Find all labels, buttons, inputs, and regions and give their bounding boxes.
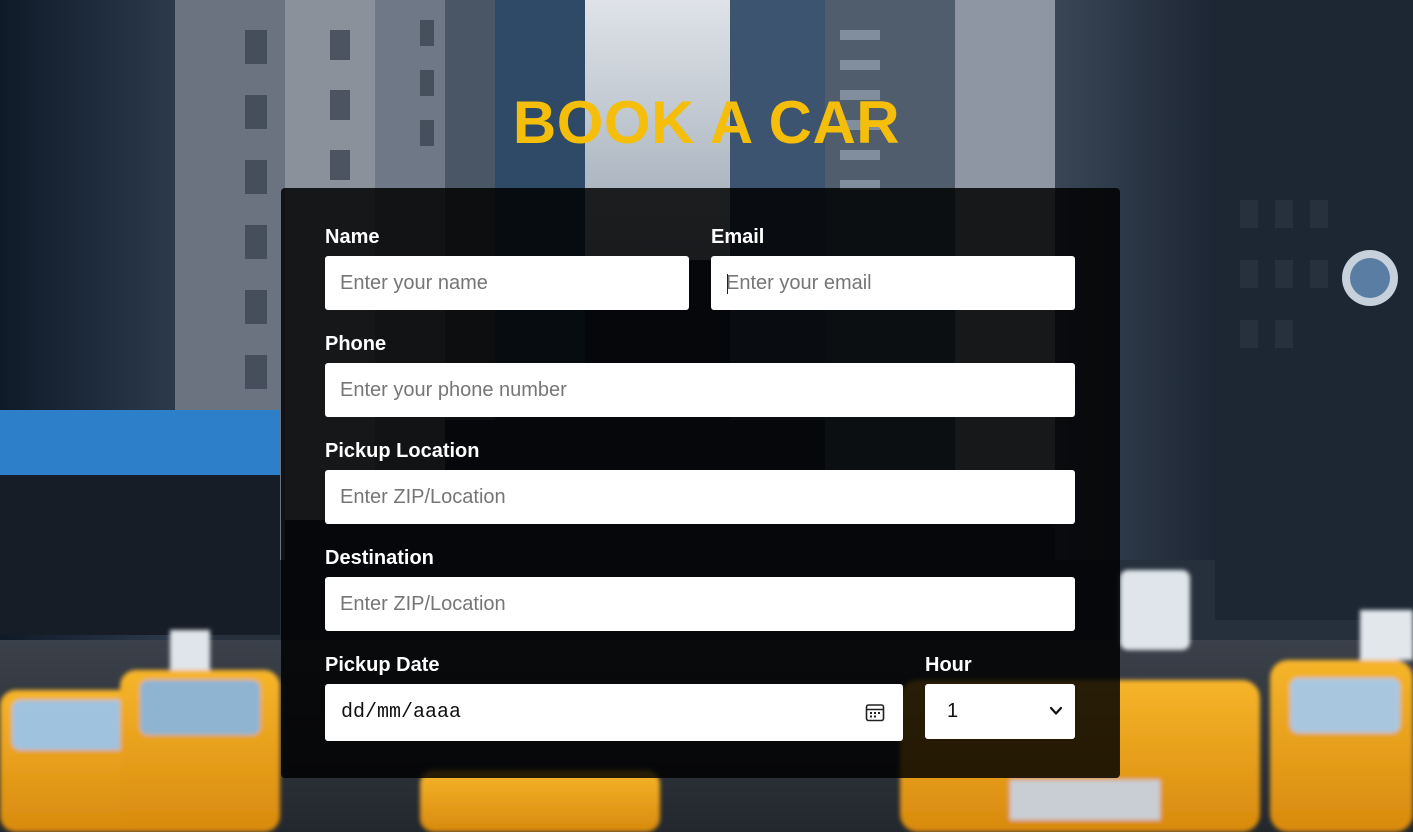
phone-input[interactable]: [325, 363, 1075, 417]
phone-field-group: Phone: [325, 332, 1075, 417]
hour-select[interactable]: 1: [925, 684, 1075, 739]
pickup-date-label: Pickup Date: [325, 654, 440, 676]
pickup-date-field-group: Pickup Date dd/mm/aaaa: [325, 653, 903, 741]
text-cursor: [727, 274, 728, 294]
name-field-group: Name: [325, 225, 689, 310]
pickup-date-placeholder: dd/mm/aaaa: [341, 701, 462, 724]
email-label: Email: [711, 226, 765, 248]
destination-label: Destination: [325, 547, 434, 569]
page-title: BOOK A CAR: [512, 89, 901, 156]
destination-input[interactable]: [325, 577, 1075, 631]
email-input[interactable]: [711, 256, 1075, 310]
destination-field-group: Destination: [325, 546, 1075, 631]
pickup-location-label: Pickup Location: [325, 440, 480, 462]
hour-label: Hour: [925, 654, 972, 676]
booking-form: Name Email Phone Pickup Location Destina…: [281, 188, 1120, 778]
pickup-location-input[interactable]: [325, 470, 1075, 524]
pickup-date-input[interactable]: dd/mm/aaaa: [325, 684, 903, 741]
chevron-down-icon: [1049, 706, 1063, 715]
name-label: Name: [325, 226, 380, 248]
hour-selected-value: 1: [947, 700, 959, 722]
email-field-group: Email: [711, 225, 1075, 310]
hour-field-group: Hour 1: [925, 653, 1075, 739]
pickup-location-field-group: Pickup Location: [325, 439, 1075, 524]
name-input[interactable]: [325, 256, 689, 310]
phone-label: Phone: [325, 333, 387, 355]
booking-page: BOOK A CAR Name Email Phone Pickup Locat…: [0, 0, 1413, 832]
calendar-icon[interactable]: [865, 702, 885, 722]
